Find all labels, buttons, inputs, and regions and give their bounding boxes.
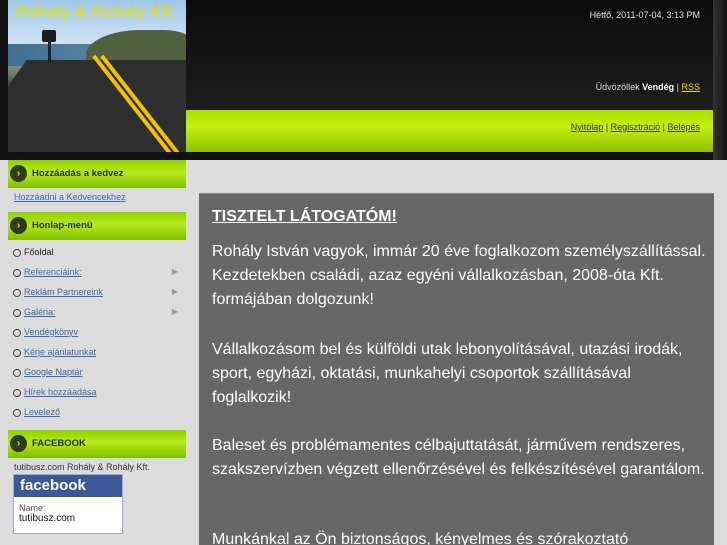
services-paragraph: Vállalkozásom bel és külföldi utak lebon… [212,341,683,406]
header-road-photo [8,0,186,152]
facebook-name-label: Name: [19,503,46,513]
bookmark-block-body: Hozzáadni a Kedvencekhez [8,188,186,212]
facebook-name-value: tutibusz.com [19,513,76,524]
page-heading: TISZTELT LÁTOGATÓM! [212,208,397,225]
intro-paragraph: Rohály István vagyok, immár 20 éve fogla… [212,243,706,308]
menu-item-references[interactable]: Referenciáink: ▶ [12,262,186,282]
header-links: Nyitólap | Regisztráció | Belépés [571,122,700,132]
menu-item-label[interactable]: Főoldal [24,247,54,257]
submenu-arrow-icon: ▶ [171,307,178,316]
menu-item-label[interactable]: Hírek hozzáadása [24,387,97,397]
facebook-block-title: FACEBOOK [32,438,86,449]
menu-item-calendar[interactable]: Google Naptár [12,362,186,382]
facebook-widget[interactable]: facebook Name: tutibusz.com [13,474,123,534]
menu-item-label[interactable]: Google Naptár [24,367,83,377]
closing-paragraph: Munkánkal az Ön biztonságos, kényelmes é… [212,531,629,545]
main-content: TISZTELT LÁTOGATÓM! Rohály István vagyok… [199,193,714,545]
safety-paragraph: Baleset és problémamentes célbajuttatásá… [212,437,705,478]
welcome-user: Vendég [642,82,675,92]
rss-link[interactable]: RSS [681,82,700,92]
menu-block-title: Honlap-menü [32,220,93,231]
add-to-favorites-link[interactable]: Hozzáadni a Kedvencekhez [14,192,126,202]
submenu-arrow-icon: ▶ [171,267,178,276]
menu-item-label[interactable]: Levelező [24,407,60,417]
arrow-icon: › [10,435,27,452]
welcome-prefix: Üdvözöllek [595,82,643,92]
header-datetime: Hétfő, 2011-07-04, 3:13 PM [589,10,700,20]
submenu-arrow-icon: ▶ [171,287,178,296]
menu-block-header: › Honlap-menü [8,212,186,240]
menu-item-partners[interactable]: Reklám Partnereink ▶ [12,282,186,302]
bookmark-block-header: › Hozzáadás a kedvez [8,160,186,188]
register-link[interactable]: Regisztráció [611,122,661,132]
sidebar: › Hozzáadás a kedvez Hozzáadni a Kedvenc… [8,160,186,534]
menu-item-label[interactable]: Vendégkönyv [24,327,78,337]
site-menu: Főoldal Referenciáink: ▶ Reklám Partnerei… [8,240,186,430]
menu-item-label[interactable]: Reklám Partnereink [24,287,103,297]
menu-item-quote[interactable]: Kérje ajánlatunkat [12,342,186,362]
site-header: Rohály & Rohály Kft. Hétfő, 2011-07-04, … [0,0,727,160]
menu-item-label[interactable]: Kérje ajánlatunkat [24,347,96,357]
arrow-icon: › [10,165,27,182]
menu-item-guestbook[interactable]: Vendégkönyv [12,322,186,342]
bookmark-block-title: Hozzáadás a kedvez [32,168,124,179]
login-link[interactable]: Belépés [667,122,700,132]
header-welcome: Üdvözöllek Vendég | RSS [596,82,700,92]
menu-item-mail[interactable]: Levelező [12,402,186,422]
menu-item-label[interactable]: Referenciáink: [24,267,82,277]
facebook-block-header: › FACEBOOK [8,430,186,458]
menu-item-gallery[interactable]: Galéria: ▶ [12,302,186,322]
site-title[interactable]: Rohály & Rohály Kft. [16,2,177,22]
menu-item-home[interactable]: Főoldal [12,242,186,262]
link-separator: | [603,122,611,132]
home-link[interactable]: Nyitólap [571,122,604,132]
facebook-caption: tutibusz.com Rohály & Rohály Kft. [14,462,151,472]
arrow-icon: › [10,217,27,234]
header-edge [713,0,727,160]
menu-item-label[interactable]: Galéria: [24,307,56,317]
menu-item-add-news[interactable]: Hírek hozzáadása [12,382,186,402]
facebook-logo: facebook [14,475,122,497]
